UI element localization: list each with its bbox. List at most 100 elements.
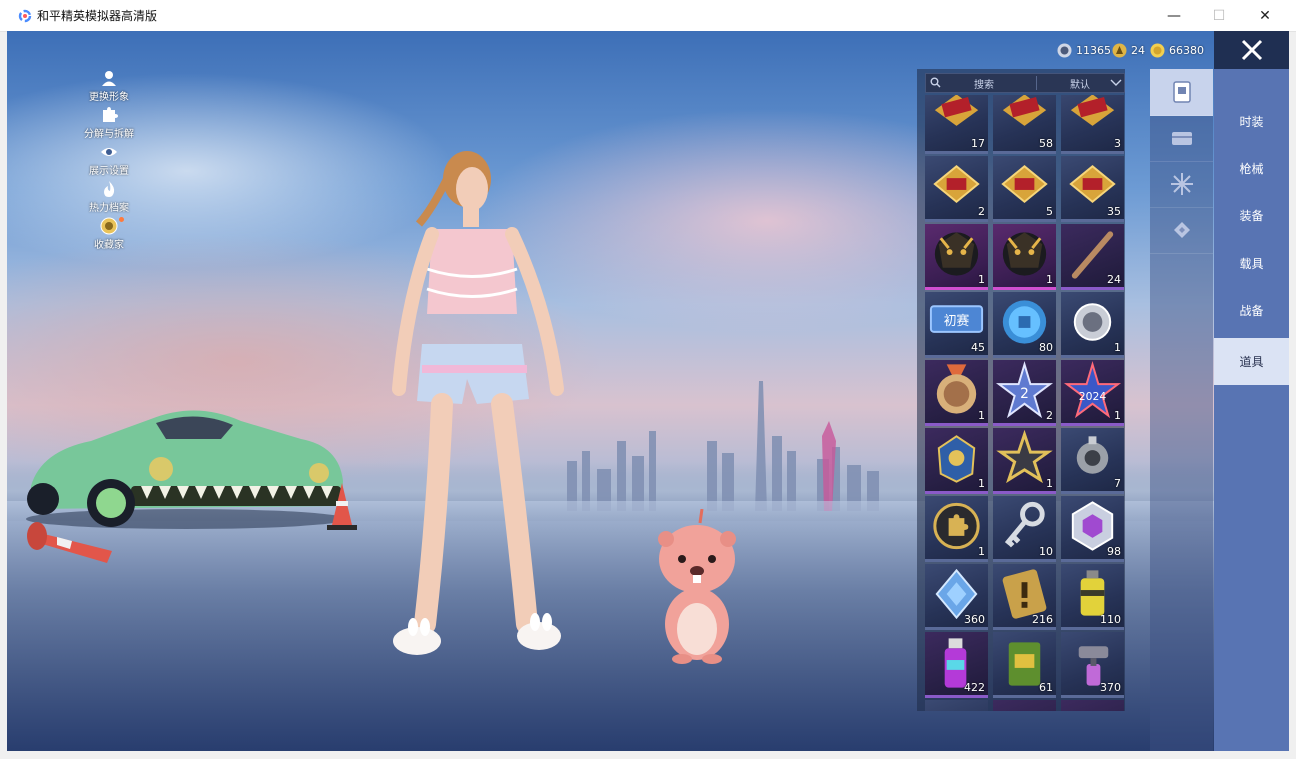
sparkle-category-icon (1170, 173, 1193, 195)
pink-weapon-icon (993, 700, 1056, 711)
puzzle-icon (103, 107, 118, 122)
item-quantity: 80 (1039, 341, 1053, 354)
item-quantity: 17 (971, 137, 985, 150)
svg-text:2024: 2024 (1079, 390, 1107, 403)
inventory-item[interactable]: 1 (993, 428, 1056, 494)
game-viewport: 更换形象 分解与拆解 展示设置 热力档案 收藏家 11365 24 66380 … (7, 31, 1289, 751)
item-quantity: 61 (1039, 681, 1053, 694)
inventory-item[interactable]: 10 (993, 496, 1056, 562)
tab-vehicles[interactable]: 载具 (1214, 240, 1289, 287)
chevron-down-icon[interactable] (1110, 77, 1122, 87)
item-quantity: 5 (1046, 205, 1053, 218)
traffic-cone (327, 483, 357, 530)
close-icon (1241, 39, 1262, 61)
inventory-item[interactable]: 110 (1061, 564, 1124, 630)
sort-dropdown[interactable]: 默认 (1070, 76, 1090, 91)
quick-menu-label: 展示设置 (89, 166, 129, 177)
category-ticket[interactable] (1150, 207, 1213, 254)
inventory-item[interactable]: 1 (925, 496, 988, 562)
ticket-category-icon (1173, 222, 1190, 238)
category-sparkle[interactable] (1150, 161, 1213, 208)
inventory-item[interactable]: 17 (925, 95, 988, 154)
inventory-item[interactable]: 370 (1061, 632, 1124, 698)
currency-value: 24 (1131, 43, 1145, 57)
category-chest[interactable] (1150, 115, 1213, 162)
currency-value: 66380 (1169, 43, 1204, 57)
inventory-item[interactable]: 80 (993, 292, 1056, 358)
item-quantity: 1 (978, 545, 985, 558)
inventory-item[interactable]: 360 (925, 564, 988, 630)
tab-guns[interactable]: 枪械 (1214, 145, 1289, 192)
item-quantity: 422 (964, 681, 985, 694)
close-panel-button[interactable] (1214, 31, 1289, 69)
currency-value: 11365 (1076, 43, 1111, 57)
item-quantity: 1 (978, 273, 985, 286)
maximize-button[interactable]: ☐ (1196, 0, 1242, 31)
inventory-item[interactable]: 3 (1061, 95, 1124, 154)
item-quantity: 7 (1114, 477, 1121, 490)
gold-coin-icon (1150, 43, 1165, 57)
item-quantity: 35 (1107, 205, 1121, 218)
item-quantity: 1 (978, 409, 985, 422)
inventory-item[interactable]: 2 (925, 156, 988, 222)
medal-icon (100, 217, 118, 235)
quick-menu-decompose[interactable]: 分解与拆解 (69, 106, 149, 143)
inventory-item[interactable]: 22 (993, 360, 1056, 426)
item-quantity: 1 (1114, 341, 1121, 354)
inventory-item[interactable]: 1 (925, 224, 988, 290)
gold-weapon-icon (925, 700, 988, 711)
beaver-pet (658, 509, 736, 664)
category-column (1150, 69, 1213, 751)
inventory-item[interactable]: 1 (925, 360, 988, 426)
inventory-item[interactable]: 422 (925, 632, 988, 698)
close-window-button[interactable]: ✕ (1242, 0, 1288, 31)
inventory-item[interactable] (993, 700, 1056, 711)
quick-menu-collector[interactable]: 收藏家 (69, 217, 149, 254)
inventory-item[interactable]: 初赛 45 (925, 292, 988, 358)
quick-menu-label: 热力档案 (89, 203, 129, 214)
inventory-item[interactable]: 7 (1061, 428, 1124, 494)
notification-dot (119, 217, 124, 222)
inventory-item[interactable] (1061, 700, 1124, 711)
inventory-panel: 搜索 默认 17 58 3 2 5 35 1 1 24 初赛 45 80 1 1 2 2 2024 1 1 1 7 1 10… (917, 69, 1125, 711)
inventory-item[interactable]: 1 (1061, 292, 1124, 358)
globe-coin-icon (1057, 43, 1072, 57)
quick-menu-display-settings[interactable]: 展示设置 (69, 143, 149, 180)
inventory-item[interactable]: 216 (993, 564, 1056, 630)
item-quantity: 2 (978, 205, 985, 218)
item-quantity: 98 (1107, 545, 1121, 558)
chest-category-icon (1171, 132, 1192, 145)
tab-equipment[interactable]: 装备 (1214, 192, 1289, 239)
inventory-item[interactable]: 24 (1061, 224, 1124, 290)
tab-fashion[interactable]: 时装 (1214, 98, 1289, 145)
inventory-item[interactable]: 5 (993, 156, 1056, 222)
item-quantity: 216 (1032, 613, 1053, 626)
item-quantity: 24 (1107, 273, 1121, 286)
window-titlebar: 和平精英模拟器高清版 — ☐ ✕ (0, 0, 1296, 32)
inventory-item[interactable]: 35 (1061, 156, 1124, 222)
tab-items[interactable]: 道具 (1214, 338, 1289, 385)
inventory-item[interactable]: 2024 1 (1061, 360, 1124, 426)
quick-menu-label: 收藏家 (94, 240, 124, 251)
inventory-grid: 17 58 3 2 5 35 1 1 24 初赛 45 80 1 1 2 2 2024 1 1 1 7 1 10 98 360 2… (925, 95, 1125, 711)
sports-car (26, 410, 346, 529)
minimize-button[interactable]: — (1151, 0, 1197, 31)
item-quantity: 2 (1046, 409, 1053, 422)
tab-combat-prep[interactable]: 战备 (1214, 287, 1289, 334)
inventory-item[interactable]: 61 (993, 632, 1056, 698)
eye-icon (101, 148, 117, 156)
inventory-item[interactable]: 1 (925, 428, 988, 494)
item-quantity: 370 (1100, 681, 1121, 694)
search-input[interactable]: 搜索 (974, 76, 994, 91)
inventory-item[interactable]: 1 (993, 224, 1056, 290)
category-card[interactable] (1150, 69, 1213, 116)
svg-text:初赛: 初赛 (944, 313, 970, 329)
quick-menu-change-look[interactable]: 更换形象 (69, 69, 149, 106)
item-quantity: 110 (1100, 613, 1121, 626)
inventory-item[interactable]: 58 (993, 95, 1056, 154)
inventory-item[interactable]: 98 (1061, 496, 1124, 562)
inventory-item[interactable] (925, 700, 988, 711)
quick-menu-heat-archive[interactable]: 热力档案 (69, 180, 149, 217)
token-coin-icon (1112, 43, 1127, 57)
item-quantity: 10 (1039, 545, 1053, 558)
